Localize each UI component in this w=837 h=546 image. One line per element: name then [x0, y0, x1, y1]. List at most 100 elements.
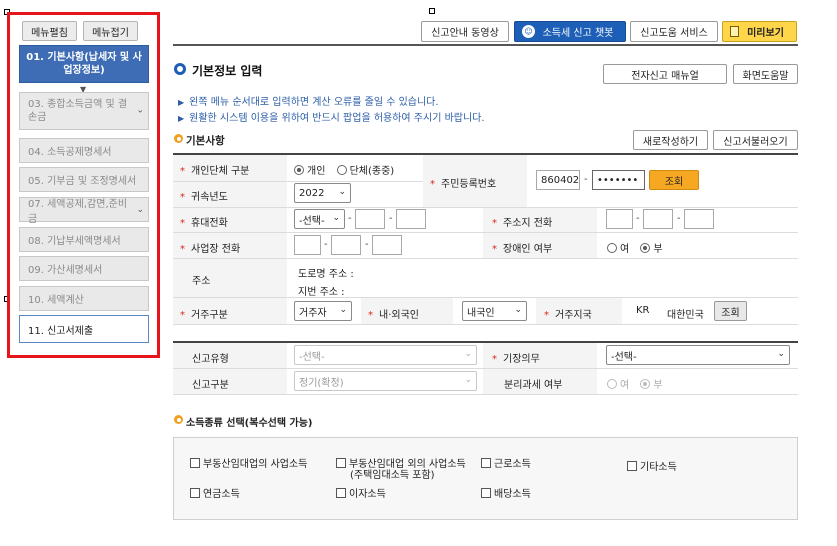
residence-select[interactable]: 거주자 ⌄ [294, 301, 352, 321]
mobile-mid-input[interactable] [355, 209, 385, 229]
home-phone-area-input[interactable] [606, 209, 633, 229]
income-option-dividend[interactable]: 배당소득 [481, 485, 531, 500]
video-guide-button[interactable]: 신고안내 동영상 [421, 21, 509, 42]
chevron-down-icon: ⌄ [338, 187, 346, 197]
person-type-radios: 개인 단체(종중) [294, 162, 394, 177]
bookkeeping-label: * 기장의무 [492, 354, 540, 365]
sidebar-item-label: 07. 세액공제,감면,준비금 [28, 198, 128, 225]
dash: - [636, 213, 640, 224]
sidebar-item-income-amount[interactable]: 03. 종합소득금액 및 결손금 ⌄ [19, 92, 149, 130]
nationality-label-text: 내·외국인 [379, 310, 419, 321]
year-select-value: 2022 [299, 187, 325, 199]
checkbox[interactable] [627, 461, 637, 471]
rrn-front-input[interactable]: 860402 [536, 170, 580, 190]
radio-person-label: 개인 [307, 166, 326, 177]
sidebar-item-submit[interactable]: 11. 신고서제출 [19, 315, 149, 343]
screen-help-button[interactable]: 화면도움말 [733, 64, 798, 84]
preview-button[interactable]: 미리보기 [722, 21, 797, 42]
sidebar-item-tax-credit[interactable]: 07. 세액공제,감면,준비금 ⌄ [19, 197, 149, 225]
sidebar-item-income-deduction[interactable]: 04. 소득공제명세서 [19, 138, 149, 163]
preview-label: 미리보기 [747, 28, 784, 39]
sidebar-item-donation[interactable]: 05. 기부금 및 조정명세서 [19, 167, 149, 192]
disabled-label-text: 장애인 여부 [503, 244, 553, 255]
biz-phone-label-text: 사업장 전화 [191, 244, 241, 255]
new-form-button[interactable]: 새로작성하기 [633, 130, 708, 150]
checkbox[interactable] [190, 488, 200, 498]
row-divider [173, 258, 798, 259]
section-bullet-icon [174, 134, 183, 143]
mobile-label-text: 휴대전화 [191, 218, 228, 229]
option-label: 부동산임대업의 사업소득 [203, 459, 308, 470]
chevron-down-icon: ⌄ [777, 349, 785, 359]
sidebar-item-prepaid-tax[interactable]: 08. 기납부세액명세서 [19, 227, 149, 252]
manual-button[interactable]: 전자신고 매뉴얼 [603, 64, 727, 84]
home-phone-label: * 주소지 전화 [492, 218, 553, 229]
biz-phone-mid-input[interactable] [331, 235, 361, 255]
dash: - [389, 213, 393, 224]
load-form-button[interactable]: 신고서불러오기 [713, 130, 798, 150]
mobile-last-input[interactable] [396, 209, 426, 229]
bookkeeping-label-text: 기장의무 [503, 354, 540, 365]
income-option-interest[interactable]: 이자소득 [336, 485, 386, 500]
biz-phone-last-input[interactable] [372, 235, 402, 255]
chatbot-button[interactable]: ☺ 소득세 신고 챗봇 [514, 21, 626, 42]
country-lookup-button[interactable]: 조회 [714, 301, 747, 321]
chevron-down-icon: ⌄ [339, 305, 347, 315]
address-label: 주소 [192, 276, 211, 287]
sidebar-item-tax-calc[interactable]: 10. 세액계산 [19, 286, 149, 311]
dash: - [324, 239, 328, 250]
option-label: 배당소득 [494, 489, 531, 500]
home-phone-mid-input[interactable] [643, 209, 673, 229]
residence-value: 거주자 [299, 307, 327, 319]
country-code: KR [636, 305, 650, 316]
checkbox[interactable] [481, 488, 491, 498]
checkbox[interactable] [190, 458, 200, 468]
checkbox[interactable] [481, 458, 491, 468]
mobile-prefix-select[interactable]: -선택- ⌄ [294, 209, 345, 229]
radio-disabled-no[interactable] [640, 243, 651, 253]
rrn-back-input[interactable]: ••••••• [592, 170, 645, 190]
road-address: 도로명 주소 : [298, 269, 354, 280]
separate-tax-label: 분리과세 여부 [504, 380, 563, 391]
bookkeeping-select[interactable]: -선택- ⌄ [606, 345, 790, 365]
radio-no-label: 부 [653, 244, 663, 255]
lot-address: 지번 주소 : [298, 287, 345, 298]
checkbox[interactable] [336, 458, 346, 468]
sidebar-item-basic-info[interactable]: 01. 기본사항(납세자 및 사업장정보) [19, 45, 149, 83]
mobile-prefix-value: -선택- [299, 215, 325, 227]
chevron-down-icon: ⌄ [464, 349, 472, 359]
menu-collapse-button[interactable]: 메뉴접기 [83, 21, 138, 41]
report-kind-select[interactable]: 정기(확정) ⌄ [294, 371, 477, 391]
income-option-labor[interactable]: 근로소득 [481, 455, 531, 470]
country-label-text: 거주지국 [555, 310, 592, 321]
home-phone-last-input[interactable] [684, 209, 714, 229]
income-option-other[interactable]: 기타소득 [627, 458, 677, 473]
nationality-select[interactable]: 내국인 ⌄ [462, 301, 527, 321]
help-service-button[interactable]: 신고도움 서비스 [630, 21, 718, 42]
dash: - [348, 213, 352, 224]
rrn-lookup-button[interactable]: 조회 [649, 170, 699, 190]
row-divider [173, 297, 798, 298]
chevron-down-icon[interactable]: ⌄ [136, 105, 144, 118]
rrn-label: * 주민등록번호 [430, 179, 497, 190]
menu-expand-button[interactable]: 메뉴펼침 [22, 21, 77, 41]
report-kind-value: 정기(확정) [299, 377, 344, 389]
chevron-down-icon[interactable]: ⌄ [136, 205, 144, 215]
radio-group[interactable] [336, 165, 347, 175]
year-select[interactable]: 2022 ⌄ [294, 183, 351, 203]
option-label: 기타소득 [640, 462, 677, 473]
checkbox[interactable] [336, 488, 346, 498]
sidebar-item-additional-tax[interactable]: 09. 가산세명세서 [19, 256, 149, 281]
radio-person[interactable] [294, 165, 304, 175]
radio-separate-yes[interactable] [607, 379, 617, 389]
biz-phone-area-input[interactable] [294, 235, 321, 255]
radio-disabled-yes[interactable] [607, 243, 617, 253]
income-option-rental[interactable]: 부동산임대업의 사업소득 [190, 455, 307, 470]
report-kind-label: 신고구분 [192, 380, 229, 391]
top-divider [173, 44, 798, 46]
section-title-basic: 기본사항 [186, 135, 225, 147]
notice-text: 원활한 시스템 이용을 위하여 반드시 팝업을 허용하여 주시기 바랍니다. [189, 113, 485, 124]
report-type-select[interactable]: -선택- ⌄ [294, 345, 477, 365]
radio-separate-no[interactable] [640, 379, 651, 389]
income-option-pension[interactable]: 연금소득 [190, 485, 240, 500]
